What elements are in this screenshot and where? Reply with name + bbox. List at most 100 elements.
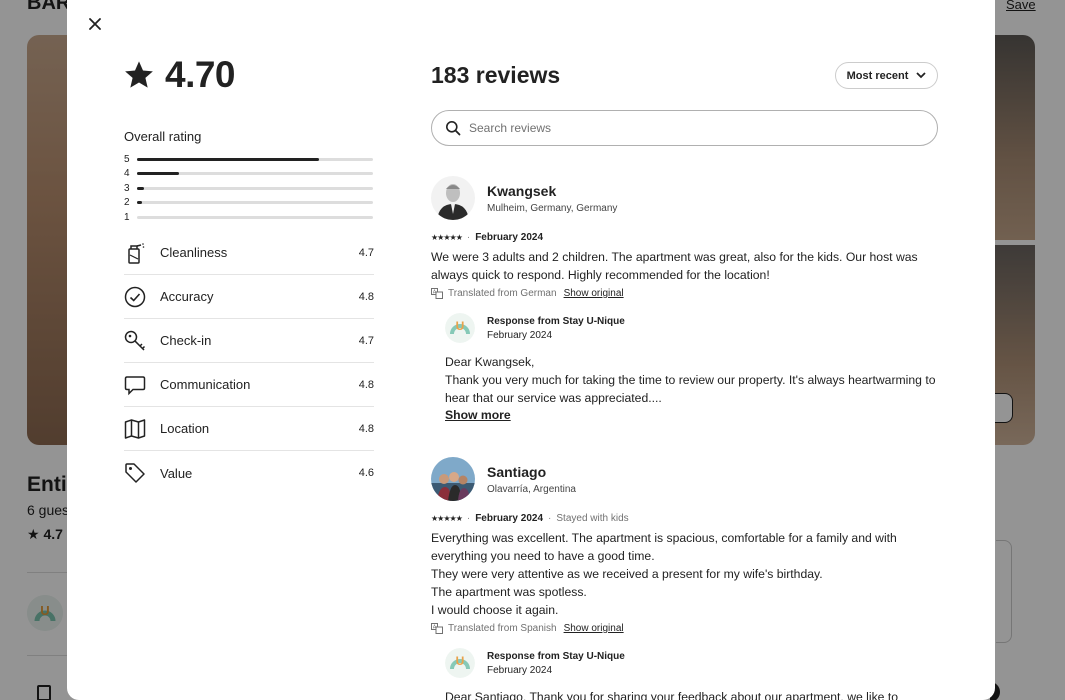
reviewer-avatar[interactable] bbox=[431, 457, 475, 501]
chat-bubble-icon bbox=[124, 374, 146, 396]
star-icon bbox=[125, 61, 153, 88]
close-button[interactable] bbox=[85, 14, 105, 34]
category-label: Cleanliness bbox=[160, 245, 228, 260]
category-score: 4.7 bbox=[358, 334, 374, 347]
histogram-row: 1 bbox=[124, 210, 374, 225]
host-avatar[interactable]: U bbox=[445, 313, 475, 343]
sort-label: Most recent bbox=[846, 69, 909, 82]
histogram-track bbox=[137, 201, 373, 205]
review-text: Everything was excellent. The apartment … bbox=[431, 529, 938, 619]
histogram-row: 3 bbox=[124, 181, 374, 196]
show-original-link[interactable]: Show original bbox=[564, 623, 624, 634]
histogram-star-label: 4 bbox=[124, 168, 130, 180]
review-text: We were 3 adults and 2 children. The apa… bbox=[431, 250, 918, 282]
histogram-row: 5 bbox=[124, 152, 374, 167]
separator-dot: · bbox=[466, 513, 471, 524]
svg-text:A: A bbox=[433, 290, 437, 296]
reviews-modal: 4.70 Overall rating 5 4 3 2 1 Cleanliness 4.7… bbox=[67, 0, 995, 700]
histogram-fill bbox=[137, 157, 319, 161]
review-text-line: They were very attentive as we received … bbox=[431, 567, 823, 581]
check-circle-icon bbox=[124, 286, 146, 308]
show-original-link[interactable]: Show original bbox=[564, 288, 624, 299]
histogram-fill bbox=[137, 186, 145, 190]
spray-bottle-icon bbox=[124, 242, 146, 264]
response-body: Thank you very much for taking the time … bbox=[445, 373, 936, 405]
review-date: February 2024 bbox=[475, 232, 544, 243]
review-text-line: The apartment was spotless. bbox=[431, 585, 587, 599]
key-icon bbox=[124, 330, 146, 352]
overall-rating-label: Overall rating bbox=[124, 129, 202, 144]
category-label: Value bbox=[160, 465, 193, 481]
category-score: 4.7 bbox=[358, 246, 374, 259]
translate-icon: A bbox=[431, 288, 443, 299]
search-reviews-bar[interactable] bbox=[431, 110, 938, 146]
host-response: U Response from Stay U-Nique February 20… bbox=[445, 313, 938, 422]
star-rating: ★★★★★ bbox=[431, 514, 463, 523]
category-score: 4.8 bbox=[358, 422, 374, 435]
close-icon bbox=[89, 18, 101, 30]
review-item: Kwangsek Mulheim, Germany, Germany ★★★★★… bbox=[431, 176, 938, 422]
host-avatar[interactable]: U bbox=[445, 648, 475, 678]
review-text-line: Everything was excellent. The apartment … bbox=[431, 531, 897, 563]
reviewer-location: Mulheim, Germany, Germany bbox=[487, 202, 618, 214]
separator-dot: · bbox=[548, 513, 552, 524]
response-text: Dear Kwangsek, Thank you very much for t… bbox=[445, 353, 938, 407]
category-score: 4.8 bbox=[358, 290, 374, 303]
search-input[interactable] bbox=[469, 121, 909, 135]
histogram-track bbox=[137, 172, 373, 176]
response-date: February 2024 bbox=[487, 664, 553, 676]
histogram-row: 2 bbox=[124, 196, 374, 211]
category-score: 4.6 bbox=[358, 467, 374, 479]
translate-icon: A bbox=[431, 623, 443, 634]
review-date: February 2024 bbox=[475, 513, 544, 524]
search-icon bbox=[446, 121, 461, 136]
category-label: Check-in bbox=[160, 333, 212, 348]
category-row-communication: Communication 4.8 bbox=[124, 363, 374, 407]
translated-note: Translated from Spanish bbox=[448, 623, 557, 634]
histogram-fill bbox=[137, 172, 180, 176]
histogram-star-label: 1 bbox=[124, 211, 130, 223]
response-from: Response from Stay U-Nique bbox=[487, 315, 625, 327]
category-row-value: Value 4.6 bbox=[124, 451, 374, 495]
reviewer-avatar[interactable] bbox=[431, 176, 475, 220]
response-greeting: Dear Kwangsek, bbox=[445, 355, 535, 369]
response-from: Response from Stay U-Nique bbox=[487, 650, 625, 662]
chevron-down-icon bbox=[916, 72, 927, 79]
category-label: Accuracy bbox=[160, 289, 214, 304]
histogram-track bbox=[137, 186, 373, 190]
svg-text:U: U bbox=[456, 319, 465, 333]
svg-text:U: U bbox=[456, 654, 465, 668]
category-ratings: Cleanliness 4.7 Accuracy 4.8 Check-in 4.7 Comm… bbox=[124, 231, 374, 495]
overall-score: 4.70 bbox=[123, 54, 236, 96]
histogram-star-label: 2 bbox=[124, 197, 130, 209]
category-label: Location bbox=[160, 421, 210, 436]
star-rating: ★★★★★ bbox=[431, 233, 463, 242]
svg-text:A: A bbox=[433, 625, 437, 631]
category-score: 4.8 bbox=[358, 378, 374, 391]
category-row-location: Location 4.8 bbox=[124, 407, 374, 451]
reviewer-location: Olavarría, Argentina bbox=[487, 483, 576, 495]
rating-histogram: 5 4 3 2 1 bbox=[124, 152, 374, 225]
response-date: February 2024 bbox=[487, 329, 553, 341]
translated-note: Translated from German bbox=[448, 288, 557, 299]
tag-icon bbox=[124, 462, 146, 484]
histogram-row: 4 bbox=[124, 167, 374, 182]
reviews-count-title: 183 reviews bbox=[431, 62, 561, 88]
category-row-cleanliness: Cleanliness 4.7 bbox=[124, 231, 374, 275]
histogram-track bbox=[137, 215, 373, 219]
review-item: Santiago Olavarría, Argentina ★★★★★ · Fe… bbox=[431, 457, 938, 700]
histogram-star-label: 3 bbox=[124, 182, 130, 194]
category-row-checkin: Check-in 4.7 bbox=[124, 319, 374, 363]
histogram-fill bbox=[137, 201, 142, 205]
map-icon bbox=[124, 418, 146, 440]
overall-score-value: 4.70 bbox=[165, 54, 236, 95]
show-more-link[interactable]: Show more bbox=[445, 408, 938, 422]
histogram-track bbox=[137, 157, 373, 161]
reviewer-name[interactable]: Santiago bbox=[487, 464, 576, 480]
category-row-accuracy: Accuracy 4.8 bbox=[124, 275, 374, 319]
category-label: Communication bbox=[160, 377, 251, 392]
histogram-star-label: 5 bbox=[124, 153, 130, 165]
response-text: Dear Santiago, Thank you for sharing you… bbox=[445, 690, 899, 700]
reviewer-name[interactable]: Kwangsek bbox=[487, 183, 617, 199]
sort-dropdown[interactable]: Most recent bbox=[835, 62, 938, 89]
